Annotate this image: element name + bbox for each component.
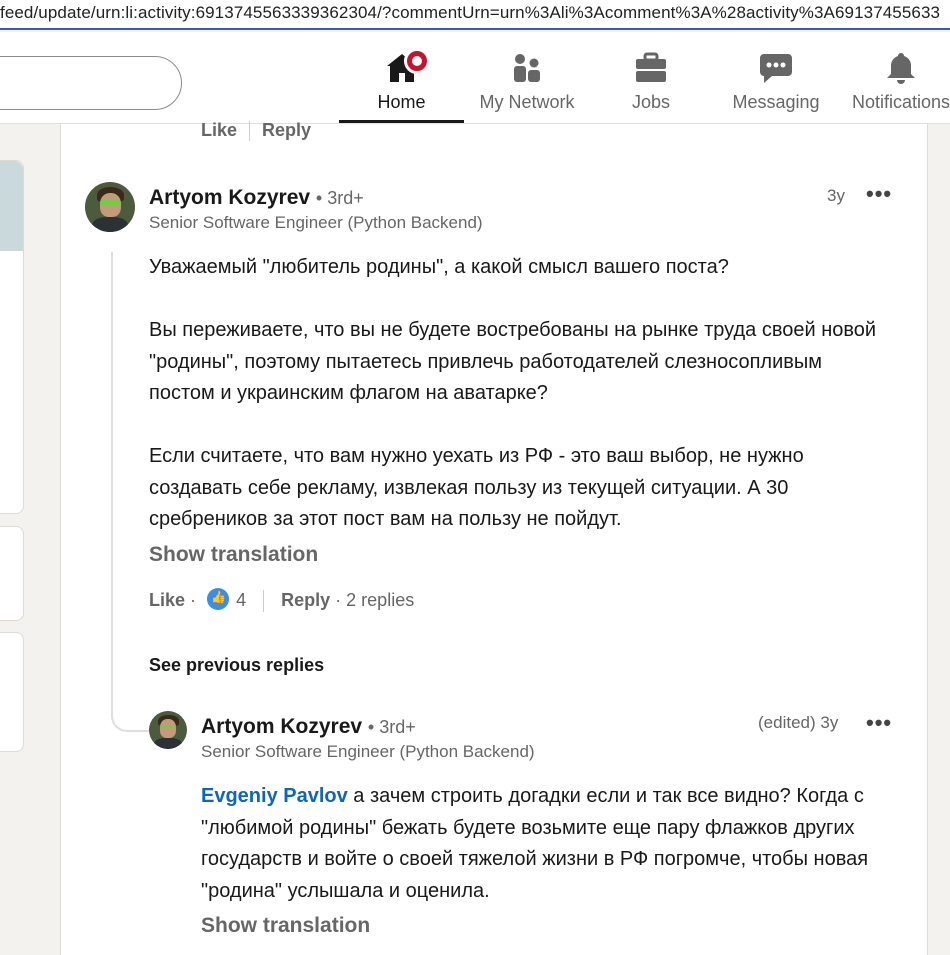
connection-degree: • 3rd+ bbox=[367, 717, 416, 737]
nav-notifications[interactable]: Notifications bbox=[846, 32, 950, 124]
divider bbox=[263, 590, 265, 613]
comment-actions: Like · 4 Reply · 2 replies bbox=[149, 588, 414, 613]
more-options-button[interactable]: ••• bbox=[866, 710, 892, 736]
author-headline: Senior Software Engineer (Python Backend… bbox=[149, 213, 483, 232]
like-reaction-icon[interactable] bbox=[207, 588, 230, 610]
author-headline: Senior Software Engineer (Python Backend… bbox=[201, 742, 535, 761]
nav-my-network-label: My Network bbox=[479, 92, 575, 112]
author-name[interactable]: Artyom Kozyrev bbox=[201, 715, 362, 738]
more-options-button[interactable]: ••• bbox=[866, 181, 892, 207]
reply-time: (edited) 3y bbox=[758, 713, 839, 732]
bell-icon bbox=[887, 53, 915, 84]
notification-badge bbox=[404, 48, 430, 74]
comment-body: Уважаемый "любитель родины", а какой смы… bbox=[149, 252, 879, 536]
comment-paragraph: Вы переживаете, что вы не будете востреб… bbox=[149, 319, 877, 404]
comment-author[interactable]: Artyom Kozyrev • 3rd+ bbox=[149, 186, 364, 210]
comment-time: 3y bbox=[827, 186, 845, 205]
previous-comment-actions: Like Reply bbox=[201, 120, 311, 142]
people-icon bbox=[514, 54, 540, 82]
avatar[interactable] bbox=[149, 711, 187, 749]
comment-paragraph: Уважаемый "любитель родины", а какой смы… bbox=[149, 256, 729, 278]
url-text: feed/update/urn:li:activity:691374556333… bbox=[0, 3, 941, 22]
reply-button[interactable]: Reply bbox=[281, 590, 330, 610]
separator-dot: · bbox=[190, 590, 197, 610]
address-bar[interactable]: feed/update/urn:li:activity:691374556333… bbox=[0, 0, 950, 30]
reaction-count[interactable]: 4 bbox=[236, 590, 246, 610]
author-name[interactable]: Artyom Kozyrev bbox=[149, 186, 310, 209]
like-button[interactable]: Like bbox=[149, 590, 185, 610]
briefcase-icon bbox=[636, 52, 666, 82]
nav-home-label: Home bbox=[377, 92, 426, 112]
replies-count[interactable]: · 2 replies bbox=[335, 590, 414, 610]
chat-icon bbox=[760, 54, 792, 83]
nav-home[interactable]: Home bbox=[339, 32, 464, 123]
connection-degree: • 3rd+ bbox=[315, 188, 364, 208]
divider bbox=[249, 121, 251, 142]
like-button[interactable]: Like bbox=[201, 120, 237, 140]
comment-paragraph: Если считаете, что вам нужно уехать из Р… bbox=[149, 445, 804, 530]
nav-messaging-label: Messaging bbox=[732, 92, 820, 112]
global-nav: Home My Network Jobs Messaging Notificat… bbox=[0, 32, 950, 124]
profile-card bbox=[0, 160, 24, 514]
search-input[interactable] bbox=[0, 56, 182, 110]
comments-card: Like Reply Artyom Kozyrev • 3rd+ Senior S… bbox=[60, 120, 928, 955]
sidebar-card bbox=[0, 632, 24, 752]
show-translation-button[interactable]: Show translation bbox=[201, 914, 370, 938]
mention-link[interactable]: Evgeniy Pavlov bbox=[201, 785, 348, 807]
reply-body: Evgeniy Pavlov а зачем строить догадки е… bbox=[201, 781, 911, 907]
nav-notifications-label: Notifications bbox=[851, 92, 950, 112]
nav-jobs[interactable]: Jobs bbox=[606, 32, 696, 124]
nav-jobs-label: Jobs bbox=[631, 92, 671, 112]
show-translation-button[interactable]: Show translation bbox=[149, 543, 318, 567]
nav-messaging[interactable]: Messaging bbox=[720, 32, 832, 124]
reply-author[interactable]: Artyom Kozyrev • 3rd+ bbox=[201, 715, 416, 739]
sidebar-card bbox=[0, 526, 24, 621]
reply-button[interactable]: Reply bbox=[262, 120, 311, 140]
nav-my-network[interactable]: My Network bbox=[470, 32, 584, 124]
avatar[interactable] bbox=[85, 182, 135, 232]
see-previous-replies-button[interactable]: See previous replies bbox=[149, 655, 324, 676]
